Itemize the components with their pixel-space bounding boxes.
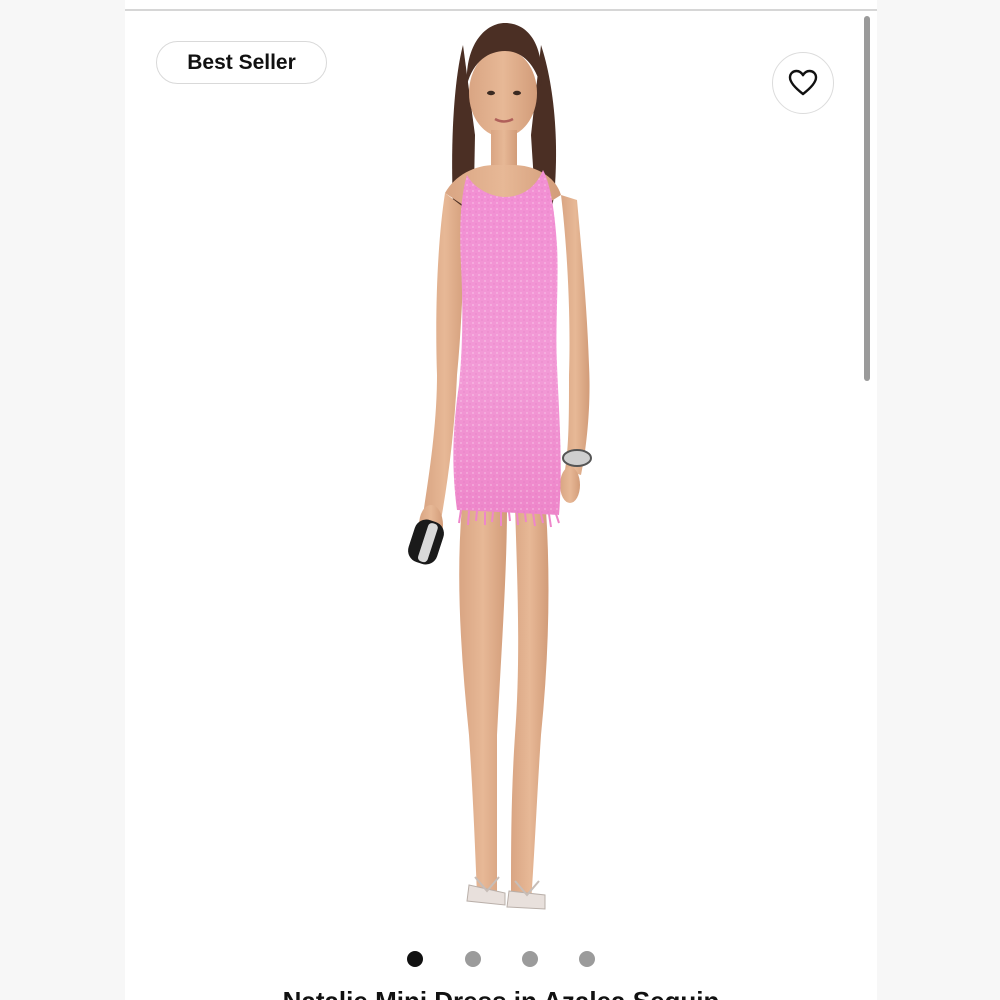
heart-icon	[788, 69, 818, 96]
product-image[interactable]	[345, 15, 645, 930]
carousel-dot-1[interactable]	[407, 951, 423, 967]
carousel-dot-2[interactable]	[465, 951, 481, 967]
carousel-dots	[125, 951, 877, 969]
carousel-dot-3[interactable]	[522, 951, 538, 967]
scrollbar-thumb[interactable]	[864, 16, 870, 381]
left-margin	[0, 0, 125, 1000]
right-margin	[877, 0, 1000, 1000]
page: Best Seller	[0, 0, 1000, 1000]
carousel-dot-4[interactable]	[579, 951, 595, 967]
badge-label: Best Seller	[187, 50, 296, 74]
favorite-button[interactable]	[772, 52, 834, 114]
best-seller-badge: Best Seller	[156, 41, 327, 84]
divider	[125, 9, 877, 11]
product-card: Best Seller	[125, 0, 877, 1000]
product-title: Natalie Mini Dress in Azalea Sequin	[125, 986, 877, 1000]
